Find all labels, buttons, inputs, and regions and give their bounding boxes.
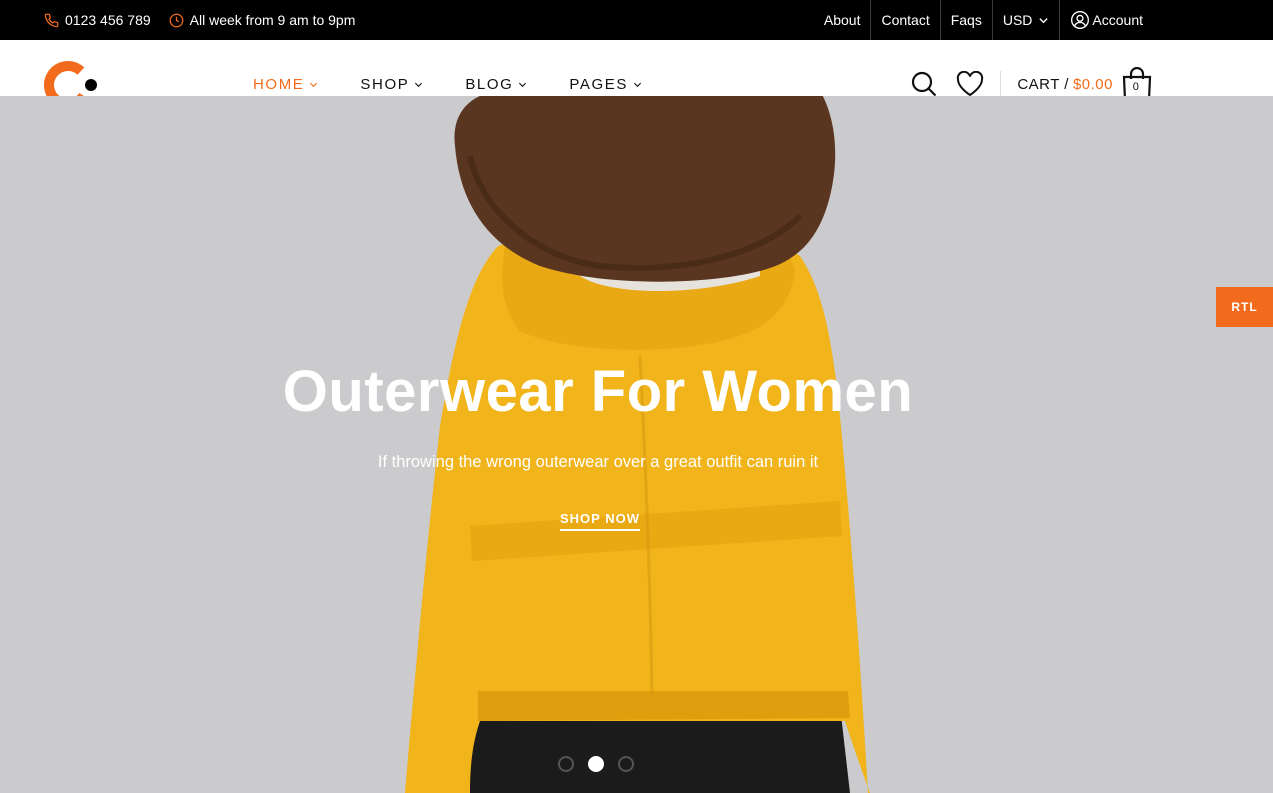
top-bar: 0123 456 789 All week from 9 am to 9pm A…	[0, 0, 1273, 40]
rtl-toggle-button[interactable]: RTL	[1216, 287, 1273, 327]
slider-dot-3[interactable]	[618, 756, 634, 772]
currency-select[interactable]: USD	[991, 0, 1060, 40]
hero-title: Outerwear For Women	[282, 359, 914, 424]
main-header: HOME SHOP BLOG PAGES CART / $0.00 0	[0, 40, 1273, 102]
slider-dot-1[interactable]	[558, 756, 574, 772]
account-link[interactable]: Account	[1059, 0, 1153, 40]
tools-divider	[1000, 71, 1002, 97]
search-button[interactable]	[910, 70, 938, 98]
clock-icon	[169, 13, 184, 27]
account-label: Account	[1092, 12, 1143, 28]
logo-icon[interactable]	[44, 60, 100, 98]
nav-shop-label: SHOP	[360, 76, 410, 93]
nav-shop[interactable]: SHOP	[360, 76, 423, 93]
cart-total: $0.00	[1072, 75, 1113, 93]
phone-number: 0123 456 789	[65, 12, 151, 28]
contact-info: 0123 456 789 All week from 9 am to 9pm	[44, 0, 355, 40]
chevron-down-icon	[633, 82, 642, 88]
phone-icon	[44, 13, 59, 27]
hours-text: All week from 9 am to 9pm	[189, 12, 356, 28]
hero-subtitle: If throwing the wrong outerwear over a g…	[377, 453, 819, 471]
nav-home-label: HOME	[253, 76, 305, 93]
chevron-down-icon	[519, 82, 527, 88]
shop-now-button[interactable]: SHOP NOW	[560, 511, 640, 531]
about-link[interactable]: About	[814, 0, 871, 40]
nav-home[interactable]: HOME	[253, 76, 318, 93]
chevron-down-icon	[1039, 17, 1049, 23]
nav-pages-label: PAGES	[569, 76, 628, 93]
chevron-down-icon	[310, 82, 318, 88]
hours-info: All week from 9 am to 9pm	[169, 12, 356, 28]
nav-pages[interactable]: PAGES	[569, 76, 642, 93]
main-nav: HOME SHOP BLOG PAGES	[253, 76, 642, 93]
contact-link[interactable]: Contact	[870, 0, 939, 40]
cart-label: CART /	[1017, 75, 1069, 93]
heart-icon	[957, 71, 984, 97]
phone-info[interactable]: 0123 456 789	[44, 12, 151, 28]
search-icon	[912, 71, 937, 97]
hero-slider: Outerwear For Women If throwing the wron…	[0, 96, 1273, 793]
nav-blog-label: BLOG	[465, 76, 514, 93]
top-links: About Contact Faqs USD Account	[814, 0, 1153, 40]
user-icon	[1071, 11, 1090, 29]
faqs-link[interactable]: Faqs	[939, 0, 992, 40]
slider-dots	[558, 756, 634, 772]
chevron-down-icon	[415, 82, 423, 88]
slider-dot-2[interactable]	[588, 756, 604, 772]
currency-value: USD	[1002, 12, 1033, 28]
nav-blog[interactable]: BLOG	[465, 76, 527, 93]
cart-count: 0	[1132, 81, 1140, 93]
hero-model-image	[405, 96, 870, 793]
wishlist-button[interactable]	[956, 71, 984, 97]
